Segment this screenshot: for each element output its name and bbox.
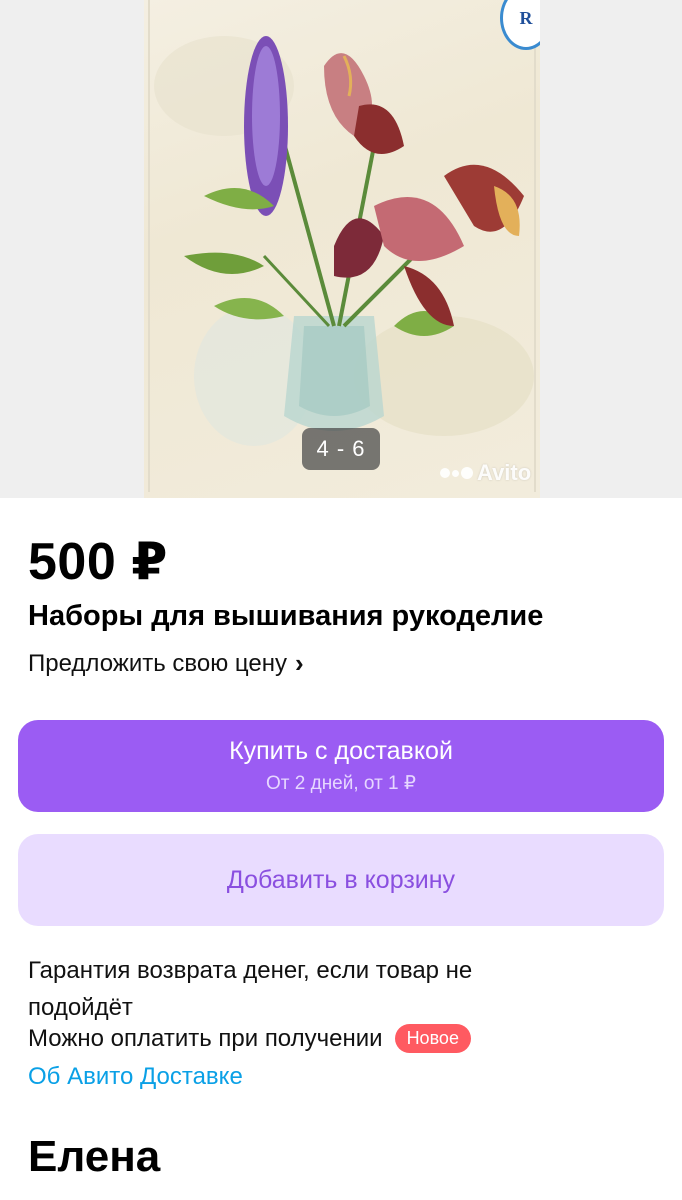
offer-price-label: Предложить свою цену <box>28 649 287 677</box>
buy-with-delivery-button[interactable]: Купить с доставкой От 2 дней, от 1 ₽ <box>18 720 664 812</box>
embroidery-illustration <box>154 36 534 446</box>
chevron-right-icon: › <box>294 648 304 678</box>
product-photo[interactable]: R <box>144 0 540 498</box>
price: 500 ₽ <box>28 533 168 591</box>
money-back-guarantee: Гарантия возврата денег, если товар не п… <box>28 957 473 1021</box>
image-counter: 4 - 6 <box>302 428 380 470</box>
avito-watermark: Avito <box>440 460 531 486</box>
buy-button-label: Купить с доставкой <box>229 737 453 765</box>
add-to-cart-button[interactable]: Добавить в корзину <box>18 834 664 926</box>
new-badge: Новое <box>394 1024 471 1053</box>
about-delivery-link[interactable]: Об Авито Доставке <box>28 1063 243 1091</box>
listing-title: Наборы для вышивания рукоделие <box>28 600 544 632</box>
pay-on-receipt-text: Можно оплатить при получении <box>28 1024 383 1052</box>
buy-button-sublabel: От 2 дней, от 1 ₽ <box>266 773 416 794</box>
offer-price-link[interactable]: Предложить свою цену › <box>28 648 304 679</box>
avito-logo-icon <box>440 467 473 479</box>
pay-on-receipt-row: Можно оплатить при получении Новое <box>28 1024 471 1053</box>
photo-gallery[interactable]: R 4 - 6 Avito <box>0 0 682 498</box>
seller-name[interactable]: Елена <box>28 1132 160 1182</box>
